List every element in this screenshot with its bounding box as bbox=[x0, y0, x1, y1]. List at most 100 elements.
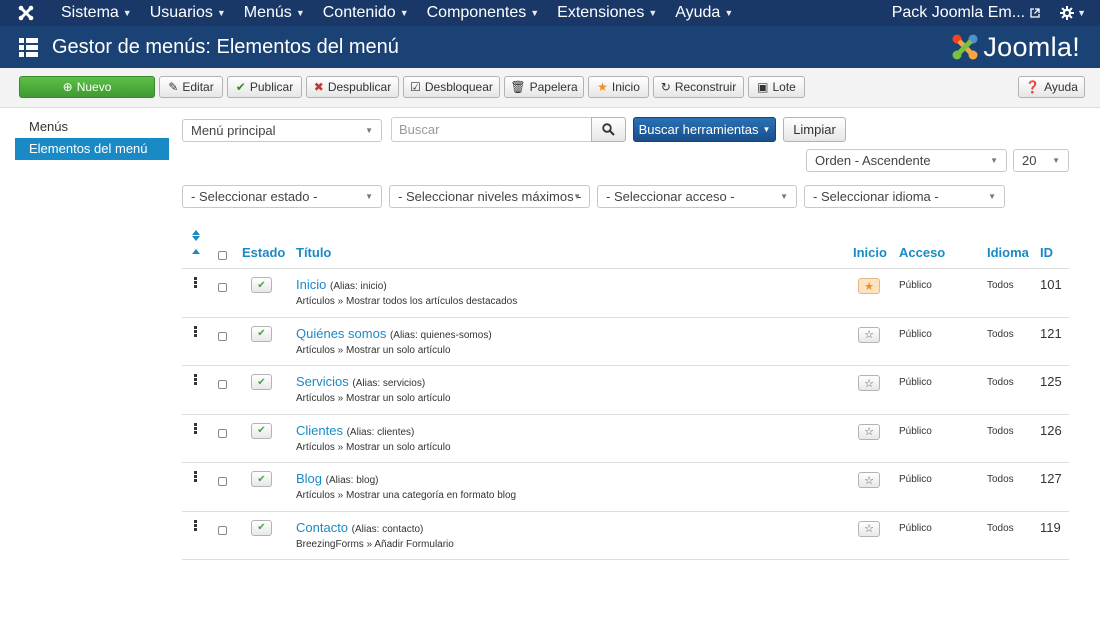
header-titulo[interactable]: Título bbox=[296, 245, 331, 260]
item-title[interactable]: Blog (Alias: blog) bbox=[296, 471, 378, 486]
language: Todos bbox=[987, 328, 1014, 340]
published-toggle[interactable]: ✔ bbox=[251, 325, 272, 342]
caret-down-icon: ▼ bbox=[724, 8, 734, 18]
joomla-logo-icon[interactable] bbox=[0, 0, 52, 26]
search-button[interactable] bbox=[591, 117, 626, 142]
caret-down-icon: ▼ bbox=[780, 192, 788, 201]
publish-button[interactable]: ✔ Publicar bbox=[227, 76, 302, 98]
batch-button[interactable]: ▣ Lote bbox=[748, 76, 805, 98]
item-title[interactable]: Quiénes somos (Alias: quienes-somos) bbox=[296, 326, 492, 341]
trash-icon: 🗑 bbox=[510, 80, 526, 94]
status-filter-select[interactable]: - Seleccionar estado - ▼ bbox=[182, 185, 382, 208]
caret-down-icon: ▼ bbox=[573, 192, 581, 201]
menu-componentes[interactable]: Componentes ▼ bbox=[418, 0, 549, 26]
star-outline-icon: ☆ bbox=[864, 329, 874, 341]
access-level: Público bbox=[899, 425, 932, 437]
menu-sistema[interactable]: Sistema ▼ bbox=[52, 0, 141, 26]
star-outline-icon: ☆ bbox=[864, 474, 874, 487]
row-checkbox[interactable] bbox=[218, 477, 227, 486]
home-star-toggle[interactable]: ☆ bbox=[858, 520, 880, 537]
home-star-toggle[interactable]: ☆ bbox=[858, 472, 880, 488]
caret-down-icon: ▼ bbox=[648, 8, 658, 18]
drag-handle-icon[interactable] bbox=[194, 519, 197, 532]
drag-handle-icon[interactable] bbox=[194, 471, 197, 483]
home-star-toggle[interactable]: ☆ bbox=[858, 375, 880, 391]
home-star-toggle[interactable]: ★ bbox=[858, 278, 880, 294]
settings-menu[interactable]: ▼ bbox=[1052, 6, 1100, 20]
table-row: ✔ Servicios (Alias: servicios) Artículos… bbox=[182, 366, 1069, 415]
caret-down-icon: ▼ bbox=[295, 8, 305, 18]
search-tools-button[interactable]: Buscar herramientas ▼ bbox=[633, 117, 776, 142]
caret-down-icon: ▼ bbox=[365, 126, 373, 135]
row-checkbox[interactable] bbox=[218, 283, 227, 292]
menu-extensiones[interactable]: Extensiones ▼ bbox=[548, 0, 666, 26]
select-all-checkbox[interactable] bbox=[218, 251, 227, 260]
language-filter-select[interactable]: - Seleccionar idioma - ▼ bbox=[804, 185, 1005, 208]
external-link-icon bbox=[1030, 8, 1040, 18]
menu-menus[interactable]: Menús ▼ bbox=[235, 0, 314, 26]
item-type: Artículos » Mostrar un solo artículo bbox=[296, 393, 451, 404]
check-icon: ✔ bbox=[257, 328, 266, 339]
published-toggle[interactable]: ✔ bbox=[251, 471, 272, 487]
menu-contenido[interactable]: Contenido ▼ bbox=[314, 0, 418, 26]
check-icon: ✔ bbox=[257, 376, 266, 388]
unpublish-button[interactable]: ✖ Despublicar bbox=[306, 76, 399, 98]
page-header: Gestor de menús: Elementos del menú Joom… bbox=[0, 26, 1100, 68]
header-idioma[interactable]: Idioma bbox=[987, 245, 1029, 260]
item-title[interactable]: Inicio (Alias: inicio) bbox=[296, 277, 387, 292]
sidebar: Menús Elementos del menú bbox=[15, 116, 169, 160]
header-inicio[interactable]: Inicio bbox=[853, 245, 887, 260]
row-checkbox[interactable] bbox=[218, 331, 227, 341]
limit-select[interactable]: 20 ▼ bbox=[1013, 149, 1069, 172]
joomla-logo-icon bbox=[952, 34, 978, 60]
item-title[interactable]: Clientes (Alias: clientes) bbox=[296, 423, 414, 438]
item-id: 121 bbox=[1040, 325, 1062, 341]
header-estado[interactable]: Estado bbox=[242, 245, 285, 260]
item-title[interactable]: Servicios (Alias: servicios) bbox=[296, 374, 425, 389]
home-button[interactable]: ★ Inicio bbox=[588, 76, 649, 98]
published-toggle[interactable]: ✔ bbox=[251, 374, 272, 390]
ordering-sort-icon[interactable] bbox=[191, 230, 201, 261]
trash-button[interactable]: 🗑 Papelera bbox=[504, 76, 584, 98]
item-id: 126 bbox=[1040, 422, 1062, 438]
check-icon: ✔ bbox=[257, 279, 266, 291]
list-grid-icon bbox=[19, 37, 38, 57]
published-toggle[interactable]: ✔ bbox=[251, 277, 272, 293]
row-checkbox[interactable] bbox=[218, 380, 227, 389]
header-acceso[interactable]: Acceso bbox=[899, 245, 945, 260]
max-levels-select[interactable]: - Seleccionar niveles máximos - ▼ bbox=[389, 185, 590, 208]
drag-handle-icon[interactable] bbox=[194, 325, 197, 338]
language: Todos bbox=[987, 425, 1014, 437]
help-button[interactable]: ❓ Ayuda bbox=[1018, 76, 1085, 98]
refresh-icon: ↻ bbox=[660, 80, 671, 94]
drag-handle-icon[interactable] bbox=[194, 422, 197, 435]
sidebar-item-menus[interactable]: Menús bbox=[15, 116, 169, 138]
ordering-select[interactable]: Orden - Ascendente ▼ bbox=[806, 149, 1007, 172]
access-level: Público bbox=[899, 280, 932, 291]
menu-usuarios[interactable]: Usuarios ▼ bbox=[141, 0, 235, 26]
access-filter-select[interactable]: - Seleccionar acceso - ▼ bbox=[597, 185, 797, 208]
site-link[interactable]: Pack Joomla Em... bbox=[880, 4, 1052, 22]
item-title[interactable]: Contacto (Alias: contacto) bbox=[296, 520, 423, 535]
sidebar-item-menu-items[interactable]: Elementos del menú bbox=[15, 138, 169, 160]
item-id: 125 bbox=[1040, 374, 1062, 389]
new-button[interactable]: ⊕ Nuevo bbox=[19, 76, 155, 98]
home-star-toggle[interactable]: ☆ bbox=[858, 423, 880, 440]
row-checkbox[interactable] bbox=[218, 525, 227, 535]
drag-handle-icon[interactable] bbox=[194, 277, 197, 289]
drag-handle-icon[interactable] bbox=[194, 374, 197, 386]
header-id[interactable]: ID bbox=[1040, 245, 1053, 260]
menu-select[interactable]: Menú principal ▼ bbox=[182, 119, 382, 142]
published-toggle[interactable]: ✔ bbox=[251, 422, 272, 439]
checkin-button[interactable]: ☑ Desbloquear bbox=[403, 76, 500, 98]
edit-button[interactable]: ✎ Editar bbox=[159, 76, 223, 98]
rebuild-button[interactable]: ↻ Reconstruir bbox=[653, 76, 744, 98]
row-checkbox[interactable] bbox=[218, 428, 227, 438]
menu-ayuda[interactable]: Ayuda ▼ bbox=[666, 0, 742, 26]
home-star-toggle[interactable]: ☆ bbox=[858, 326, 880, 343]
item-type: BreezingForms » Añadir Formulario bbox=[296, 538, 454, 550]
clear-button[interactable]: Limpiar bbox=[783, 117, 846, 142]
search-input[interactable] bbox=[391, 117, 592, 142]
caret-down-icon: ▼ bbox=[1077, 8, 1086, 18]
published-toggle[interactable]: ✔ bbox=[251, 519, 272, 536]
